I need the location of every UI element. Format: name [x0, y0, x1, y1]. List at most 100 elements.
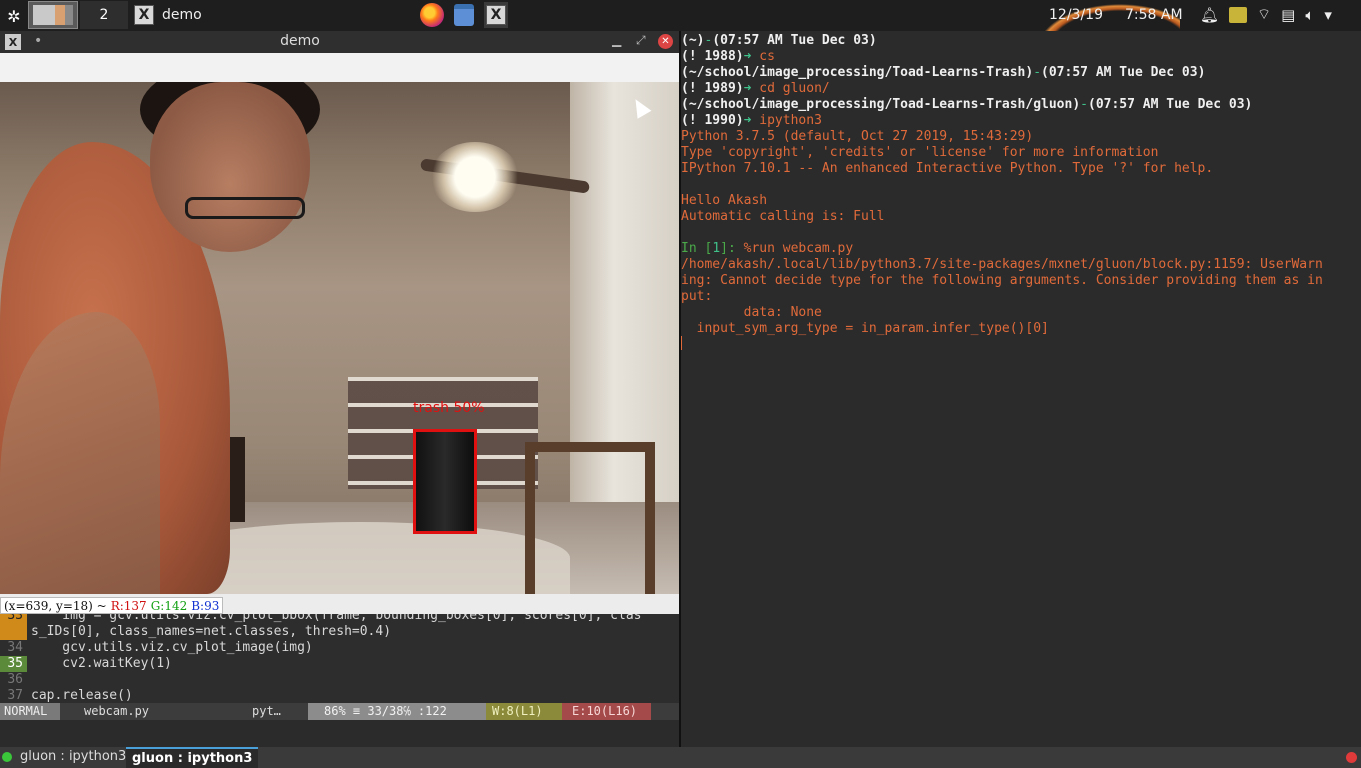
terminal-text: (07:57 AM Tue Dec 03) [712, 33, 877, 48]
terminal-text: (~) [681, 33, 705, 48]
maximize-icon[interactable]: ⤢ [636, 33, 646, 48]
terminal-text: ➜ [743, 113, 760, 128]
tmux-window-tab-active[interactable]: gluon : ipython3 [126, 747, 259, 768]
workspace-preview [33, 5, 73, 25]
terminal-text: Hello Akash [681, 193, 768, 208]
webcam-frame[interactable]: trash 50% [0, 82, 679, 594]
workspace-1-thumbnail[interactable] [28, 1, 78, 29]
terminal-text: /home/akash/.local/lib/python3.7/site-pa… [681, 257, 1323, 272]
code-text: img = gcv.utils.viz.cv_plot_bbox(frame, … [31, 614, 642, 623]
vim-position: 86% ≡ 33/38℅ :122 [308, 703, 486, 720]
chevron-down-icon[interactable]: ▾ [1324, 6, 1332, 24]
code-line[interactable]: 34 gcv.utils.viz.cv_plot_image(img) [0, 640, 313, 656]
files-icon[interactable] [454, 4, 474, 26]
line-number: 37 [7, 688, 23, 703]
vim-filetype: pyt… [252, 704, 281, 718]
terminal-line: Hello Akash [681, 193, 767, 209]
terminal-line: ing: Cannot decide type for the followin… [681, 273, 1323, 289]
demo-window-titlebar[interactable]: X • demo ▁ ⤢ ✕ [0, 31, 679, 53]
terminal-text: cd gluon/ [759, 81, 830, 96]
pixel-coords: (x=639, y=18) ~ [4, 598, 107, 613]
code-text: gcv.utils.viz.cv_plot_image(img) [31, 640, 313, 655]
code-line-current[interactable]: 35 cv2.waitKey(1) [0, 656, 172, 672]
xwindow-app-icon[interactable]: X [484, 2, 508, 28]
terminal-text: Python 3.7.5 (default, Oct 27 2019, 15:4… [681, 129, 1034, 144]
terminal-line: input_sym_arg_type = in_param.infer_type… [681, 321, 1049, 337]
terminal-line: put: [681, 289, 712, 305]
panel-date[interactable]: 12/3/19 [1049, 7, 1103, 23]
line-number [0, 624, 27, 640]
terminal-text: - [1033, 65, 1042, 80]
code-text: cv2.waitKey(1) [31, 656, 172, 671]
line-number: 35 [0, 656, 27, 672]
code-line[interactable]: 36 [0, 672, 31, 688]
code-line[interactable]: s_IDs[0], class_names=net.classes, thres… [0, 624, 391, 640]
terminal-text: ➜ [743, 49, 760, 64]
terminal-text: 1 [712, 241, 721, 256]
pixel-blue: B:93 [191, 598, 220, 613]
demo-window-toolbar [0, 53, 679, 82]
wifi-icon[interactable]: ⌔ [1257, 5, 1271, 24]
terminal-text: (! 1988) [681, 49, 744, 64]
firefox-icon[interactable] [420, 3, 444, 27]
terminal-line: (~)-(07:57 AM Tue Dec 03) [681, 33, 877, 49]
terminal-line: Type 'copyright', 'credits' or 'license'… [681, 145, 1158, 161]
terminal-text: data: None [681, 305, 822, 320]
vim-errors: E:10(L16) [562, 703, 651, 720]
keyboard-layout-icon[interactable] [1229, 6, 1248, 23]
terminal-text: Automatic calling is: Full [681, 209, 885, 224]
terminal-cursor [681, 336, 682, 350]
code-text: s_IDs[0], class_names=net.classes, thres… [31, 624, 392, 639]
terminal-line: In [1]: %run webcam.py [681, 241, 853, 257]
pixel-red: R:137 [110, 598, 147, 613]
xwindow-icon: X [134, 5, 154, 25]
workspace-2-button[interactable]: 2 [80, 1, 128, 29]
quick-launch: X [420, 2, 508, 28]
line-number: 36 [7, 672, 23, 687]
vim-mode: NORMAL [0, 703, 60, 720]
terminal-pane[interactable]: (~)-(07:57 AM Tue Dec 03) (! 1988)➜ cs (~/… [681, 31, 1361, 747]
terminal-text: Type 'copyright', 'credits' or 'license'… [681, 145, 1159, 160]
terminal-line: IPython 7.10.1 -- An enhanced Interactiv… [681, 161, 1213, 177]
terminal-text: put: [681, 289, 713, 304]
bell-icon[interactable]: 🔔︎ [1200, 6, 1219, 24]
minimize-icon[interactable]: ▁ [612, 33, 621, 47]
workspace-2-label: 2 [99, 7, 109, 23]
person-glasses [185, 197, 305, 219]
top-panel: ✲ 2 X demo X 12/3/19 7:58 AM 🔔︎ ⌔ ▤ 🔈︎ ▾ [0, 0, 1361, 31]
terminal-text: cs [759, 49, 775, 64]
code-text: cap.release() [31, 688, 133, 703]
session-status-icon [2, 752, 12, 762]
line-number: 34 [7, 640, 23, 655]
detection-bbox [413, 429, 477, 534]
terminal-text: ➜ [743, 81, 760, 96]
volume-icon[interactable]: 🔈︎ [1305, 6, 1314, 24]
tmux-statusbar: gluon : ipython3 gluon : ipython3 [0, 747, 1361, 768]
terminal-text: (~/school/image_processing/Toad-Learns-T… [681, 97, 1081, 112]
panel-clock[interactable]: 7:58 AM [1125, 7, 1183, 23]
close-icon[interactable]: ✕ [658, 34, 673, 49]
clipboard-icon[interactable]: ▤ [1281, 6, 1295, 24]
vim-warnings: W:8(L1) [486, 703, 562, 720]
pixel-green: G:142 [150, 598, 188, 613]
code-line[interactable]: 33 img = gcv.utils.viz.cv_plot_bbox(fram… [0, 614, 641, 624]
terminal-text: (07:57 AM Tue Dec 03) [1041, 65, 1206, 80]
terminal-line: Automatic calling is: Full [681, 209, 885, 225]
terminal-line: (! 1988)➜ cs [681, 49, 775, 65]
person-head [150, 82, 310, 252]
code-line[interactable]: 37 cap.release() [0, 688, 133, 704]
launcher-icon[interactable]: ✲ [4, 6, 24, 26]
terminal-text: (! 1989) [681, 81, 744, 96]
detection-label: trash 50% [413, 400, 485, 416]
xwindow-icon: X [486, 5, 506, 25]
terminal-text: ing: Cannot decide type for the followin… [681, 273, 1323, 288]
terminal-text: (~/school/image_processing/Toad-Learns-T… [681, 65, 1034, 80]
terminal-text: ]: [720, 241, 744, 256]
pixel-readout: (x=639, y=18) ~ R:137 G:142 B:93 [0, 597, 224, 614]
demo-window-title: demo [280, 33, 320, 49]
terminal-line: (~/school/image_processing/Toad-Learns-T… [681, 97, 1252, 113]
taskbar-item-demo[interactable]: X demo [134, 2, 212, 28]
tmux-window-tab-1[interactable]: gluon : ipython3 [20, 749, 126, 764]
terminal-text: ipython3 [759, 113, 822, 128]
